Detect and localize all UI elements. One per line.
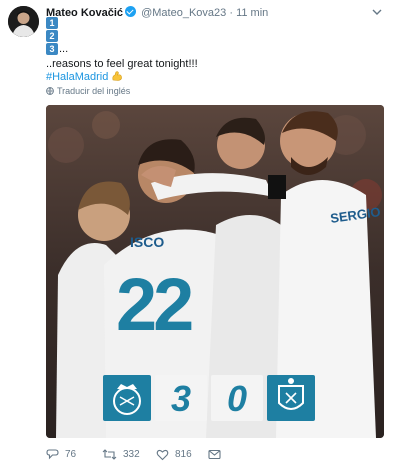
like-count: 816 [175,448,192,460]
tweet-header: Mateo Kovačić @Mateo_Kova23 · 11 min [46,6,268,20]
translate-link[interactable]: Traducir del inglés [46,86,130,96]
chevron-down-icon[interactable] [371,6,383,18]
keycap-3-icon: 3 [46,43,58,55]
separator: · [229,7,233,19]
timestamp[interactable]: 11 min [236,7,268,19]
tweet-card: Mateo Kovačić @Mateo_Kova23 · 11 min 1 2… [0,0,397,465]
jersey-number: 22 [116,263,192,346]
direct-message-button[interactable] [208,446,221,462]
avatar[interactable] [8,6,39,37]
like-button[interactable]: 816 [156,446,192,462]
keycap-2-icon: 2 [46,30,58,42]
home-score: 3 [171,378,191,419]
reply-count: 76 [65,448,77,460]
hashtag-link[interactable]: #HalaMadrid [46,71,108,83]
tweet-actions: 76 332 816 [46,446,386,462]
flexed-biceps-icon [111,71,123,83]
retweet-button[interactable]: 332 [102,446,140,462]
reply-icon [46,448,59,459]
tweet-text: ..reasons to feel great tonight!!! [46,58,198,70]
retweet-count: 332 [123,448,140,460]
jersey-name: ISCO [130,234,164,250]
keycap-1-icon: 1 [46,17,58,29]
reply-button[interactable]: 76 [46,446,76,462]
away-score: 0 [227,378,247,419]
verified-badge-icon [125,6,137,17]
tweet-ellipsis: ... [59,43,69,55]
tweet-hashtag-line: #HalaMadrid [46,70,123,84]
heart-icon [156,449,169,460]
envelope-icon [208,449,221,459]
translate-label: Traducir del inglés [57,86,131,96]
user-handle[interactable]: @Mateo_Kova23 [141,7,226,19]
retweet-icon [102,448,117,460]
globe-icon [46,87,54,95]
tweet-photo[interactable]: ISCO 22 SERGIO 3 0 [46,105,384,438]
